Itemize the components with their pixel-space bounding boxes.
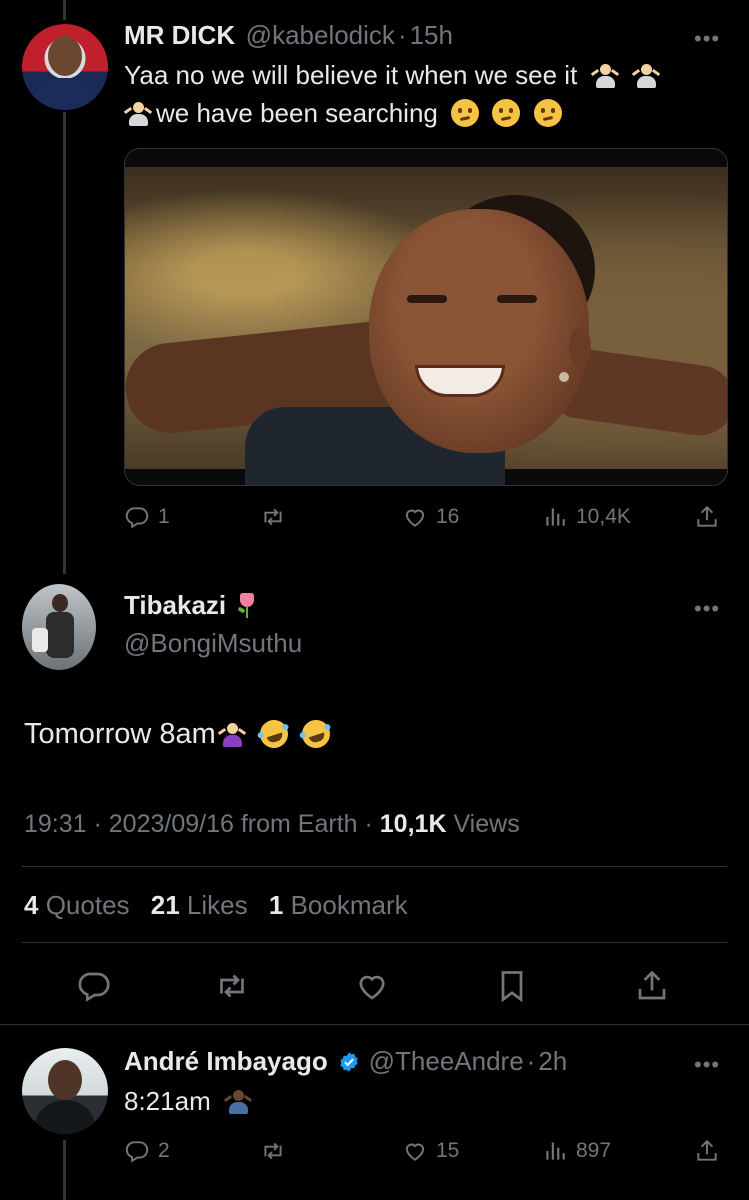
time-separator: ·	[397, 20, 407, 50]
like-button[interactable]	[354, 968, 390, 1004]
more-options-icon[interactable]: •••	[694, 1052, 720, 1078]
tweet-text-body: 8:21am	[124, 1086, 211, 1116]
verified-badge-icon	[340, 1052, 358, 1072]
thread-line-top	[63, 0, 66, 20]
thinking-face-emoji-icon	[492, 99, 521, 127]
views-count: 10,1K	[379, 810, 447, 838]
tulip-emoji-icon	[235, 591, 259, 619]
share-icon	[697, 1139, 717, 1161]
views-button[interactable]: 897	[542, 1138, 611, 1164]
display-name[interactable]: Tibakazi	[124, 590, 226, 620]
tweet-text-line1: Yaa no we will believe it when we see it	[124, 60, 578, 90]
likes-stat[interactable]: 21 Likes	[151, 890, 248, 920]
section-divider	[0, 1024, 749, 1025]
heart-icon	[405, 509, 425, 527]
reply-icon	[125, 1141, 149, 1163]
tweet-text: Tomorrow 8am	[24, 716, 334, 752]
timestamp[interactable]: 2h	[538, 1046, 567, 1076]
reply-icon	[125, 507, 149, 529]
reply-count: 1	[158, 505, 170, 528]
heart-icon	[405, 1143, 425, 1161]
share-button[interactable]	[694, 504, 720, 530]
display-name[interactable]: André Imbayago	[124, 1046, 328, 1076]
tweet-meta: 19:31 · 2023/09/16 from Earth · 10,1K Vi…	[24, 810, 520, 839]
reply-button[interactable]: 1	[124, 504, 170, 530]
repost-icon	[264, 508, 282, 526]
bookmark-button[interactable]	[494, 968, 530, 1004]
view-count: 897	[576, 1139, 612, 1162]
time-separator: ·	[526, 1046, 536, 1076]
thinking-face-emoji-icon	[533, 99, 562, 127]
thread-line-bottom	[63, 1140, 66, 1200]
more-options-icon[interactable]: •••	[694, 596, 720, 622]
like-button[interactable]: 16	[402, 504, 459, 530]
user-handle[interactable]: @kabelodick	[246, 20, 395, 50]
repost-button[interactable]	[214, 968, 250, 1004]
video-thumbnail-image	[125, 167, 727, 485]
tweet-text: Yaa no we will believe it when we see it…	[123, 56, 724, 132]
user-handle[interactable]: @TheeAndre	[369, 1046, 524, 1076]
share-icon	[697, 505, 717, 527]
repost-button[interactable]	[260, 504, 286, 530]
more-options-icon[interactable]: •••	[694, 26, 720, 52]
man-shrugging-emoji-icon	[223, 1087, 253, 1115]
share-button[interactable]	[694, 1138, 720, 1164]
like-count: 16	[436, 505, 460, 528]
tweet-text: 8:21am	[124, 1082, 253, 1120]
tweet-text-body: Tomorrow 8am	[24, 718, 216, 750]
user-handle[interactable]: @BongiMsuthu	[124, 628, 302, 659]
divider	[22, 942, 727, 943]
man-shrugging-emoji-icon	[123, 99, 153, 127]
like-button[interactable]: 15	[402, 1138, 459, 1164]
woman-shrugging-emoji-icon	[217, 720, 246, 748]
share-icon	[638, 970, 666, 1000]
thread-line-reply1	[63, 112, 66, 574]
reply-icon	[78, 972, 110, 1002]
views-chart-icon	[546, 1142, 565, 1160]
like-count: 15	[436, 1139, 460, 1162]
repost-icon	[264, 1142, 282, 1160]
avatar[interactable]	[22, 24, 108, 110]
tweet-timestamp[interactable]: 19:31 · 2023/09/16 from Earth ·	[24, 810, 373, 838]
divider	[22, 866, 727, 867]
avatar[interactable]	[22, 1048, 108, 1134]
bookmark-icon	[501, 971, 523, 1003]
reply-button[interactable]	[76, 968, 112, 1004]
repost-icon	[220, 974, 244, 998]
bookmarks-stat[interactable]: 1 Bookmark	[269, 890, 408, 920]
reply-count: 2	[158, 1139, 170, 1162]
quotes-stat[interactable]: 4 Quotes	[24, 890, 130, 920]
display-name[interactable]: MR DICK	[124, 20, 235, 50]
repost-button[interactable]	[260, 1138, 286, 1164]
engagement-stats: 4 Quotes 21 Likes 1 Bookmark	[24, 890, 408, 921]
man-shrugging-emoji-icon	[590, 61, 619, 89]
views-button[interactable]: 10,4K	[542, 504, 631, 530]
rolling-laughing-emoji-icon	[298, 716, 334, 752]
rolling-laughing-emoji-icon	[256, 716, 292, 752]
tweet-media-video[interactable]	[124, 148, 728, 486]
timestamp[interactable]: 15h	[410, 20, 453, 50]
views-chart-icon	[546, 508, 565, 526]
tweet-text-line2: we have been searching	[156, 98, 438, 128]
views-label: Views	[453, 810, 520, 838]
view-count: 10,4K	[576, 505, 631, 528]
man-shrugging-emoji-icon	[631, 61, 660, 89]
share-button[interactable]	[634, 968, 670, 1004]
heart-icon	[359, 975, 385, 1000]
reply-button[interactable]: 2	[124, 1138, 170, 1164]
avatar[interactable]	[22, 584, 96, 670]
thinking-face-emoji-icon	[451, 99, 480, 127]
